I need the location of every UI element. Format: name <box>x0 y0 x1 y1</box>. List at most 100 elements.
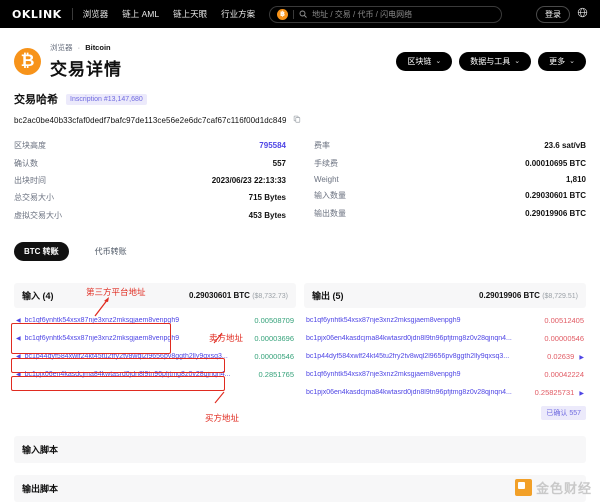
input-address[interactable]: bc1p44dyf584xwlf24kt45tu2fry2tv8wql2l965… <box>25 353 228 360</box>
breadcrumb-separator: · <box>77 43 81 52</box>
play-arrow-icon[interactable]: ▶ <box>579 391 584 397</box>
output-address-group: bc1p44dyf584xwlf24kt45tu2fry2tv8wql2l965… <box>306 353 509 360</box>
io-panel: 输入 (4) 0.29030601 BTC ($8,732.73) ◀ bc1q… <box>0 282 600 420</box>
inputs-total: 0.29030601 BTC ($8,732.73) <box>189 291 288 300</box>
input-address[interactable]: bc1qf6ynhtk54xsx87nje3xnz2mksgjaem8venpg… <box>25 335 180 342</box>
stat-output-amount: 输出数量 0.29019906 BTC <box>314 205 586 222</box>
input-address-group: ◀ bc1pjx06en4kasdcjma84kwtasrd0jdn8l9tn9… <box>16 371 230 378</box>
input-amount: 0.2851765 <box>258 370 294 380</box>
transaction-hash-value-row: bc2ac0be40b33cfaf0dedf7bafc97de113ce56e2… <box>14 115 586 125</box>
stat-value[interactable]: 795584 <box>259 141 286 150</box>
inputs-list: ◀ bc1qf6ynhtk54xsx87nje3xnz2mksgjaem8ven… <box>14 312 296 384</box>
output-amount: 0.02639 ▶ <box>547 352 584 361</box>
output-row[interactable]: bc1p44dyf584xwlf24kt45tu2fry2tv8wql2l965… <box>304 348 586 366</box>
annotation-third-party-label: 第三方平台地址 <box>86 287 146 297</box>
stat-value: 0.29019906 BTC <box>525 208 586 218</box>
stat-value: 453 Bytes <box>248 210 286 220</box>
output-amount-value: 0.00042224 <box>544 370 584 380</box>
page-root: OKLINK 浏览器 链上 AML 链上天眼 行业方案 ฿ 地址 / 交易 / … <box>0 0 600 503</box>
search-separator <box>293 9 295 19</box>
output-address-group: bc1pjx06en4kasdcjma84kwtasrd0jdn8l9tn96p… <box>306 335 512 342</box>
chevron-down-icon: ⌄ <box>569 58 575 65</box>
inputs-title: 输入 (4) <box>22 290 54 301</box>
outputs-column: 输出 (5) 0.29019906 BTC ($8,729.51) bc1qf6… <box>304 282 586 420</box>
play-arrow-icon[interactable]: ▶ <box>579 355 584 361</box>
output-row[interactable]: bc1pjx06en4kasdcjma84kwtasrd0jdn8l9tn96p… <box>304 384 586 402</box>
watermark: 金色财经 <box>514 478 592 497</box>
breadcrumb: 浏览器 · Bitcoin <box>50 42 122 53</box>
stat-block-height: 区块高度 795584 <box>14 137 286 154</box>
stat-label: 手续费 <box>314 158 338 168</box>
input-address[interactable]: bc1qf6ynhtk54xsx87nje3xnz2mksgjaem8venpg… <box>25 317 180 324</box>
tab-btc-transfer[interactable]: BTC 转账 <box>14 241 69 261</box>
output-row[interactable]: bc1qf6ynhtk54xsx87nje3xnz2mksgjaem8venpg… <box>304 312 586 330</box>
input-address[interactable]: bc1pjx06en4kasdcjma84kwtasrd0jdn8l9tn96p… <box>25 371 231 378</box>
stat-value: 1,810 <box>565 174 586 184</box>
stat-value: 23.6 sat/vB <box>544 141 586 151</box>
input-row[interactable]: ◀ bc1p44dyf584xwlf24kt45tu2fry2tv8wql2l9… <box>14 348 296 366</box>
data-tools-dropdown-label: 数据与工具 <box>470 56 511 66</box>
output-address[interactable]: bc1qf6ynhtk54xsx87nje3xnz2mksgjaem8venpg… <box>306 317 461 324</box>
nav-item-aml[interactable]: 链上 AML <box>122 8 159 20</box>
chevron-down-icon: ⌄ <box>514 58 521 65</box>
search-icon <box>299 5 307 23</box>
stat-value: 557 <box>272 158 286 168</box>
title-text-group: 浏览器 · Bitcoin 交易详情 <box>50 42 122 80</box>
outputs-title: 输出 (5) <box>312 290 344 301</box>
stat-label: 总交易大小 <box>14 193 54 203</box>
blockchain-dropdown-button[interactable]: 区块链 ⌄ <box>396 51 453 71</box>
inscription-badge[interactable]: Inscription #13,147,680 <box>66 93 147 105</box>
nav-item-industry[interactable]: 行业方案 <box>221 8 255 20</box>
output-amount: 0.00042224 <box>544 370 584 379</box>
stat-label: 虚拟交易大小 <box>14 210 62 220</box>
output-address[interactable]: bc1pjx06en4kasdcjma84kwtasrd0jdn8l9tn96p… <box>306 335 512 342</box>
inputs-column: 输入 (4) 0.29030601 BTC ($8,732.73) ◀ bc1q… <box>14 282 296 420</box>
copy-icon[interactable] <box>293 115 301 125</box>
output-address-group: bc1qf6ynhtk54xsx87nje3xnz2mksgjaem8venpg… <box>306 371 461 378</box>
outputs-list: bc1qf6ynhtk54xsx87nje3xnz2mksgjaem8venpg… <box>304 312 586 402</box>
caret-left-icon: ◀ <box>16 354 21 361</box>
globe-icon[interactable] <box>577 5 588 23</box>
data-tools-dropdown-button[interactable]: 数据与工具 ⌄ <box>459 51 532 71</box>
stat-value: 2023/06/23 22:13:33 <box>211 175 286 185</box>
breadcrumb-root[interactable]: 浏览器 <box>50 43 73 52</box>
stat-weight: Weight 1,810 <box>314 172 586 187</box>
bitcoin-chip-icon[interactable]: ฿ <box>277 8 289 20</box>
outputs-header: 输出 (5) 0.29019906 BTC ($8,729.51) <box>304 282 586 308</box>
output-row[interactable]: bc1qf6ynhtk54xsx87nje3xnz2mksgjaem8venpg… <box>304 366 586 384</box>
output-amount: 0.00512405 <box>544 316 584 325</box>
breadcrumb-current: Bitcoin <box>85 43 111 52</box>
transaction-hash-value[interactable]: bc2ac0be40b33cfaf0dedf7bafc97de113ce56e2… <box>14 116 287 125</box>
header-actions: 区块链 ⌄ 数据与工具 ⌄ 更多 ⌄ <box>396 51 586 71</box>
more-dropdown-button[interactable]: 更多 ⌄ <box>538 51 586 71</box>
output-address[interactable]: bc1qf6ynhtk54xsx87nje3xnz2mksgjaem8venpg… <box>306 371 461 378</box>
stat-label: 输出数量 <box>314 208 346 218</box>
output-row[interactable]: bc1pjx06en4kasdcjma84kwtasrd0jdn8l9tn96p… <box>304 330 586 348</box>
stat-value: 715 Bytes <box>248 193 286 203</box>
stat-label: Weight <box>314 174 339 184</box>
input-row[interactable]: ◀ bc1qf6ynhtk54xsx87nje3xnz2mksgjaem8ven… <box>14 312 296 330</box>
output-amount-value: 0.02639 <box>547 352 575 362</box>
caret-left-icon: ◀ <box>16 372 21 379</box>
search-input[interactable]: 地址 / 交易 / 代币 / 闪电网络 <box>312 9 412 20</box>
global-search-box[interactable]: ฿ 地址 / 交易 / 代币 / 闪电网络 <box>269 5 503 23</box>
output-amount: 0.25825731 ▶ <box>535 388 584 397</box>
input-amount: 0.00508709 <box>254 316 294 326</box>
stat-confirmations: 确认数 557 <box>14 154 286 171</box>
stat-label: 确认数 <box>14 158 38 168</box>
output-address[interactable]: bc1pjx06en4kasdcjma84kwtasrd0jdn8l9tn96p… <box>306 389 512 396</box>
stat-total-size: 总交易大小 715 Bytes <box>14 189 286 206</box>
nav-item-explorer[interactable]: 浏览器 <box>83 8 109 20</box>
tab-token-transfer[interactable]: 代币转账 <box>85 242 137 261</box>
oklink-logo[interactable]: OKLINK <box>8 8 62 21</box>
input-script-section[interactable]: 输入脚本 <box>14 435 586 463</box>
stat-virtual-size: 虚拟交易大小 453 Bytes <box>14 207 286 224</box>
login-button[interactable]: 登录 <box>536 5 570 23</box>
nav-item-chaineye[interactable]: 链上天眼 <box>173 8 207 20</box>
output-script-section[interactable]: 输出脚本 <box>14 474 586 502</box>
input-row[interactable]: ◀ bc1qf6ynhtk54xsx87nje3xnz2mksgjaem8ven… <box>14 330 296 348</box>
stat-value: 0.29030601 BTC <box>525 191 586 201</box>
input-row[interactable]: ◀ bc1pjx06en4kasdcjma84kwtasrd0jdn8l9tn9… <box>14 366 296 384</box>
output-amount-value: 0.00000546 <box>544 334 584 344</box>
output-address[interactable]: bc1p44dyf584xwlf24kt45tu2fry2tv8wql2l965… <box>306 353 509 360</box>
